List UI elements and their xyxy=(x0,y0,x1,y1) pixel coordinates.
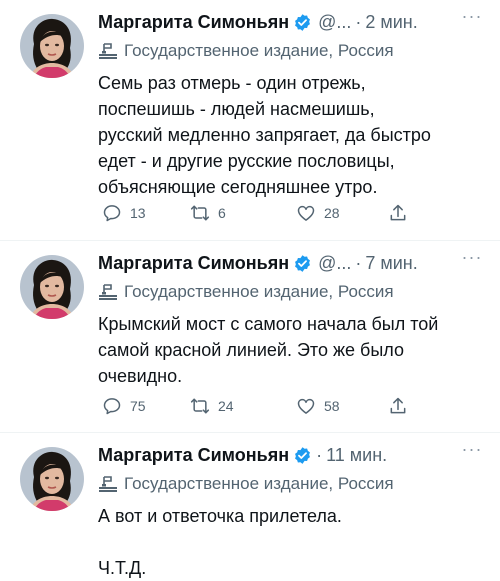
dot-separator: · xyxy=(355,11,362,32)
timestamp[interactable]: 7 мин. xyxy=(365,253,417,274)
state-media-label[interactable]: Государственное издание, Россия xyxy=(98,473,480,495)
author-handle[interactable]: @... xyxy=(318,253,351,274)
share-button[interactable] xyxy=(388,395,416,417)
author-name[interactable]: Маргарита Симоньян xyxy=(98,445,289,466)
verified-badge-icon xyxy=(293,254,312,273)
tweet-text: А вот и ответочка прилетела. Ч.Т.Д. xyxy=(98,506,342,578)
verified-badge-icon xyxy=(293,446,312,465)
tweet[interactable]: Маргарита Симоньян @... · 2 мин. ··· Гос… xyxy=(0,0,500,240)
retweet-button[interactable]: 6 xyxy=(190,202,226,224)
timestamp[interactable]: 11 мин. xyxy=(326,445,387,466)
retweet-icon xyxy=(190,396,210,416)
share-icon xyxy=(388,396,408,416)
more-icon[interactable]: ··· xyxy=(460,7,484,30)
share-button[interactable] xyxy=(388,202,416,224)
author-handle[interactable]: @... xyxy=(318,12,351,33)
state-media-label[interactable]: Государственное издание, Россия xyxy=(98,40,480,62)
reply-button[interactable]: 75 xyxy=(102,395,146,417)
state-media-icon xyxy=(98,42,118,60)
reply-icon xyxy=(102,396,122,416)
more-icon[interactable]: ··· xyxy=(460,440,484,463)
reply-button[interactable]: 13 xyxy=(102,202,146,224)
avatar[interactable] xyxy=(20,447,84,511)
state-media-label-text: Государственное издание, Россия xyxy=(124,41,394,60)
tweet-text: Семь раз отмерь - один отрежь, поспешишь… xyxy=(98,73,431,197)
state-media-icon xyxy=(98,475,118,493)
retweet-button[interactable]: 24 xyxy=(190,395,234,417)
author-name[interactable]: Маргарита Симоньян xyxy=(98,12,289,33)
like-count: 58 xyxy=(324,398,340,414)
retweet-icon xyxy=(190,203,210,223)
heart-icon xyxy=(296,396,316,416)
state-media-label-text: Государственное издание, Россия xyxy=(124,282,394,301)
dot-separator: · xyxy=(355,252,362,273)
timestamp[interactable]: 2 мин. xyxy=(365,12,417,33)
tweet[interactable]: Маргарита Симоньян · 11 мин. ··· Государ… xyxy=(0,433,500,578)
state-media-icon xyxy=(98,283,118,301)
reply-count: 75 xyxy=(130,398,146,414)
avatar[interactable] xyxy=(20,14,84,78)
like-button[interactable]: 28 xyxy=(296,202,340,224)
tweet-text: Крымский мост с самого начала был той са… xyxy=(98,314,439,386)
dot-separator: · xyxy=(316,444,323,465)
more-icon[interactable]: ··· xyxy=(460,248,484,271)
state-media-label[interactable]: Государственное издание, Россия xyxy=(98,281,480,303)
tweet[interactable]: Маргарита Симоньян @... · 7 мин. ··· Гос… xyxy=(0,241,500,432)
avatar[interactable] xyxy=(20,255,84,319)
verified-badge-icon xyxy=(293,13,312,32)
author-name[interactable]: Маргарита Симоньян xyxy=(98,253,289,274)
retweet-count: 6 xyxy=(218,205,226,221)
like-count: 28 xyxy=(324,205,340,221)
like-button[interactable]: 58 xyxy=(296,395,340,417)
state-media-label-text: Государственное издание, Россия xyxy=(124,474,394,493)
reply-icon xyxy=(102,203,122,223)
heart-icon xyxy=(296,203,316,223)
retweet-count: 24 xyxy=(218,398,234,414)
reply-count: 13 xyxy=(130,205,146,221)
share-icon xyxy=(388,203,408,223)
